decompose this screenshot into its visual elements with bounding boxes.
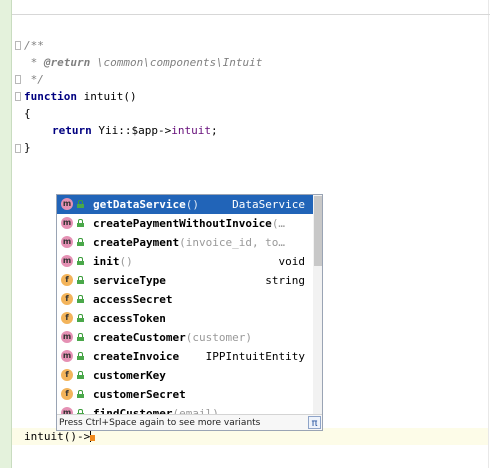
fold-toggle-icon[interactable] xyxy=(15,41,21,50)
autocomplete-item[interactable]: f accessSecret xyxy=(57,290,313,309)
footer-hint: Press Ctrl+Space again to see more varia… xyxy=(59,418,261,428)
item-label: createPaymentWithoutInvoice(… xyxy=(93,217,286,230)
autocomplete-scroll-thumb[interactable] xyxy=(314,196,322,266)
item-label: init() xyxy=(93,255,133,268)
autocomplete-item[interactable]: m getDataService() DataService xyxy=(57,195,313,214)
public-lock-icon xyxy=(77,314,84,322)
gutter-divider xyxy=(11,0,12,468)
error-marker-icon xyxy=(90,435,96,441)
item-type: string xyxy=(265,274,305,287)
item-type: void xyxy=(278,255,306,268)
function-declaration[interactable]: function intuit() xyxy=(24,88,137,105)
return-statement[interactable]: return Yii::$app->intuit; xyxy=(52,122,218,139)
autocomplete-item[interactable]: m createCustomer(customer) xyxy=(57,328,313,347)
doc-comment-return: * @return \common\components\Intuit xyxy=(24,56,263,69)
method-icon: m xyxy=(61,236,73,248)
public-lock-icon xyxy=(77,352,84,360)
item-type: DataService xyxy=(232,198,305,211)
public-lock-icon xyxy=(77,219,84,227)
autocomplete-list[interactable]: m getDataService() DataService m createPayme… xyxy=(57,195,313,414)
item-label: accessToken xyxy=(93,312,166,325)
public-lock-icon xyxy=(77,238,84,246)
autocomplete-popup[interactable]: m getDataService() DataService m createPayme… xyxy=(56,194,323,431)
method-icon: m xyxy=(61,217,73,229)
method-icon: m xyxy=(61,407,73,414)
autocomplete-item[interactable]: f customerSecret xyxy=(57,385,313,404)
right-margin-guide xyxy=(488,0,489,468)
item-label: createInvoice xyxy=(93,350,180,363)
autocomplete-item[interactable]: m init() void xyxy=(57,252,313,271)
public-lock-icon xyxy=(77,390,84,398)
doc-comment-open: /** xyxy=(24,39,44,52)
item-label: getDataService() xyxy=(93,198,199,211)
item-label: customerSecret xyxy=(93,388,186,401)
autocomplete-item[interactable]: m createPayment(invoice_id, to… xyxy=(57,233,313,252)
field-icon: f xyxy=(61,312,73,324)
public-lock-icon xyxy=(77,371,84,379)
autocomplete-item[interactable]: m createInvoice IPPIntuitEntity xyxy=(57,347,313,366)
public-lock-icon xyxy=(77,257,84,265)
open-brace: { xyxy=(24,107,31,120)
item-label: serviceType xyxy=(93,274,166,287)
autocomplete-item[interactable]: m createPaymentWithoutInvoice(… xyxy=(57,214,313,233)
field-icon: f xyxy=(61,274,73,286)
fold-toggle-icon[interactable] xyxy=(15,144,21,153)
method-icon: m xyxy=(61,255,73,267)
autocomplete-item[interactable]: f serviceType string xyxy=(57,271,313,290)
item-label: createPayment(invoice_id, to… xyxy=(93,236,286,249)
item-label: accessSecret xyxy=(93,293,173,306)
field-icon: f xyxy=(61,369,73,381)
doc-comment-close: */ xyxy=(24,73,44,86)
item-label: findCustomer(email) xyxy=(93,407,219,414)
method-icon: m xyxy=(61,350,73,362)
public-lock-icon xyxy=(77,200,84,208)
item-label: createCustomer(customer) xyxy=(93,331,252,344)
method-icon: m xyxy=(61,331,73,343)
item-type: IPPIntuitEntity xyxy=(205,350,305,363)
field-icon: f xyxy=(61,293,73,305)
fold-toggle-icon[interactable] xyxy=(15,75,21,84)
method-separator xyxy=(12,14,490,15)
autocomplete-item[interactable]: f customerKey xyxy=(57,366,313,385)
close-brace: } xyxy=(24,141,31,154)
public-lock-icon xyxy=(77,276,84,284)
autocomplete-item[interactable]: m findCustomer(email) xyxy=(57,404,313,414)
autocomplete-footer: Press Ctrl+Space again to see more varia… xyxy=(57,414,322,430)
item-label: customerKey xyxy=(93,369,166,382)
public-lock-icon xyxy=(77,295,84,303)
fold-toggle-icon[interactable] xyxy=(15,92,21,101)
autocomplete-item[interactable]: f accessToken xyxy=(57,309,313,328)
public-lock-icon xyxy=(77,333,84,341)
field-icon: f xyxy=(61,388,73,400)
pi-icon[interactable]: π xyxy=(308,416,321,429)
method-icon: m xyxy=(61,198,73,210)
editor-gutter xyxy=(0,0,11,468)
